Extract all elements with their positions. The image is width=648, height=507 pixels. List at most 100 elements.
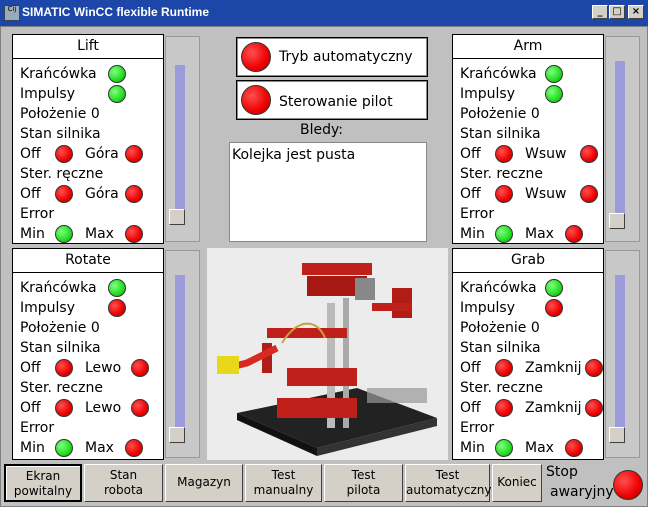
lift-manual-up-label: Góra bbox=[85, 186, 119, 202]
rotate-motor-state-label: Stan silnika bbox=[20, 340, 101, 356]
rotate-error-label: Error bbox=[20, 420, 55, 436]
arm-pulses-led bbox=[545, 85, 563, 103]
arm-min-label: Min bbox=[460, 226, 485, 242]
close-button[interactable]: × bbox=[628, 5, 644, 19]
auto-mode-led bbox=[241, 42, 271, 72]
arm-manual-off-led[interactable] bbox=[495, 185, 513, 203]
rotate-manual-off-led[interactable] bbox=[55, 399, 73, 417]
emergency-stop[interactable]: Stop awaryjny bbox=[546, 464, 646, 504]
lift-max-label: Max bbox=[85, 226, 114, 242]
grab-position: Położenie 0 bbox=[460, 320, 540, 336]
arm-motor-in-label: Wsuw bbox=[525, 146, 567, 162]
grab-motor-close-label: Zamknij bbox=[525, 360, 582, 376]
errors-label: Bledy: bbox=[300, 122, 343, 138]
arm-slider-thumb[interactable] bbox=[609, 213, 625, 229]
error-queue-box: Kolejka jest pusta bbox=[229, 142, 427, 242]
rotate-motor-left-led bbox=[131, 359, 149, 377]
arm-slider-track bbox=[615, 61, 625, 219]
arm-title: Arm bbox=[453, 35, 603, 59]
arm-motor-off-led bbox=[495, 145, 513, 163]
maximize-button[interactable]: □ bbox=[609, 5, 625, 19]
nav-manual-test[interactable]: Test manualny bbox=[245, 464, 322, 502]
rotate-slider[interactable] bbox=[165, 250, 200, 458]
title-bar: Cij SIMATIC WinCC flexible Runtime _ □ × bbox=[0, 0, 648, 26]
grab-manual-close-label: Zamknij bbox=[525, 400, 582, 416]
arm-slider[interactable] bbox=[605, 36, 640, 242]
robot-image bbox=[207, 248, 448, 460]
grab-max-label: Max bbox=[525, 440, 554, 456]
grab-manual-label: Ster. reczne bbox=[460, 380, 543, 396]
rotate-min-label: Min bbox=[20, 440, 45, 456]
nav-pilot-test[interactable]: Test pilota bbox=[324, 464, 403, 502]
grab-slider[interactable] bbox=[605, 250, 640, 458]
grab-slider-track bbox=[615, 275, 625, 433]
lift-limit-led bbox=[108, 65, 126, 83]
lift-slider-thumb[interactable] bbox=[169, 209, 185, 225]
nav-robot-status[interactable]: Stan robota bbox=[84, 464, 163, 502]
lift-panel: Lift Krańcówka Impulsy Położenie 0 Stan … bbox=[12, 34, 164, 244]
grab-motor-state-label: Stan silnika bbox=[460, 340, 541, 356]
lift-manual-off-led[interactable] bbox=[55, 185, 73, 203]
lift-slider-track bbox=[175, 65, 185, 215]
arm-limit-led bbox=[545, 65, 563, 83]
grab-max-led bbox=[565, 439, 583, 457]
lift-manual-off-label: Off bbox=[20, 186, 41, 202]
arm-panel: Arm Krańcówka Impulsy Położenie 0 Stan s… bbox=[452, 34, 604, 244]
nav-warehouse-label: Magazyn bbox=[177, 475, 231, 489]
nav-robot-status-line1: Stan bbox=[109, 468, 138, 482]
minimize-button[interactable]: _ bbox=[592, 5, 608, 19]
rotate-motor-off-led bbox=[55, 359, 73, 377]
nav-exit-label: Koniec bbox=[497, 475, 537, 489]
arm-manual-in-label: Wsuw bbox=[525, 186, 567, 202]
lift-limit-label: Krańcówka bbox=[20, 66, 97, 82]
arm-manual-label: Ster. reczne bbox=[460, 166, 543, 182]
grab-min-led bbox=[495, 439, 513, 457]
grab-motor-close-led bbox=[585, 359, 603, 377]
rotate-position: Położenie 0 bbox=[20, 320, 100, 336]
rotate-motor-left-label: Lewo bbox=[85, 360, 122, 376]
auto-mode-button[interactable]: Tryb automatyczny bbox=[236, 37, 428, 77]
pilot-control-button[interactable]: Sterowanie pilot bbox=[236, 80, 428, 120]
grab-slider-thumb[interactable] bbox=[609, 427, 625, 443]
robot-illustration bbox=[217, 263, 437, 456]
nav-exit[interactable]: Koniec bbox=[492, 464, 542, 502]
emergency-stop-led[interactable] bbox=[613, 470, 643, 500]
grab-manual-off-label: Off bbox=[460, 400, 481, 416]
arm-error-label: Error bbox=[460, 206, 495, 222]
window-title: SIMATIC WinCC flexible Runtime bbox=[22, 5, 210, 19]
grab-manual-close-led[interactable] bbox=[585, 399, 603, 417]
lift-slider[interactable] bbox=[165, 36, 200, 242]
lift-pulses-label: Impulsy bbox=[20, 86, 75, 102]
arm-manual-in-led[interactable] bbox=[580, 185, 598, 203]
grab-limit-label: Krańcówka bbox=[460, 280, 537, 296]
nav-pilot-test-line1: Test bbox=[351, 468, 376, 482]
lift-motor-off-led bbox=[55, 145, 73, 163]
lift-motor-off-label: Off bbox=[20, 146, 41, 162]
nav-warehouse[interactable]: Magazyn bbox=[165, 464, 243, 502]
rotate-manual-off-label: Off bbox=[20, 400, 41, 416]
nav-auto-test-line2: automatyczny bbox=[406, 483, 492, 497]
grab-error-label: Error bbox=[460, 420, 495, 436]
arm-max-led bbox=[565, 225, 583, 243]
arm-position: Położenie 0 bbox=[460, 106, 540, 122]
nav-auto-test[interactable]: Test automatyczny bbox=[405, 464, 492, 502]
pilot-control-label: Sterowanie pilot bbox=[279, 94, 393, 110]
lift-manual-up-led[interactable] bbox=[125, 185, 143, 203]
rotate-max-led bbox=[125, 439, 143, 457]
rotate-pulses-label: Impulsy bbox=[20, 300, 75, 316]
rotate-panel: Rotate Krańcówka Impulsy Położenie 0 Sta… bbox=[12, 248, 164, 460]
rotate-max-label: Max bbox=[85, 440, 114, 456]
nav-pilot-test-line2: pilota bbox=[346, 483, 381, 497]
rotate-manual-left-led[interactable] bbox=[131, 399, 149, 417]
nav-welcome-screen[interactable]: Ekran powitalny bbox=[4, 464, 82, 502]
rotate-slider-thumb[interactable] bbox=[169, 427, 185, 443]
lift-pulses-led bbox=[108, 85, 126, 103]
rotate-limit-label: Krańcówka bbox=[20, 280, 97, 296]
arm-motor-state-label: Stan silnika bbox=[460, 126, 541, 142]
grab-manual-off-led[interactable] bbox=[495, 399, 513, 417]
lift-min-led bbox=[55, 225, 73, 243]
rotate-manual-left-label: Lewo bbox=[85, 400, 122, 416]
lift-motor-up-led bbox=[125, 145, 143, 163]
nav-manual-test-line1: Test bbox=[271, 468, 296, 482]
rotate-min-led bbox=[55, 439, 73, 457]
